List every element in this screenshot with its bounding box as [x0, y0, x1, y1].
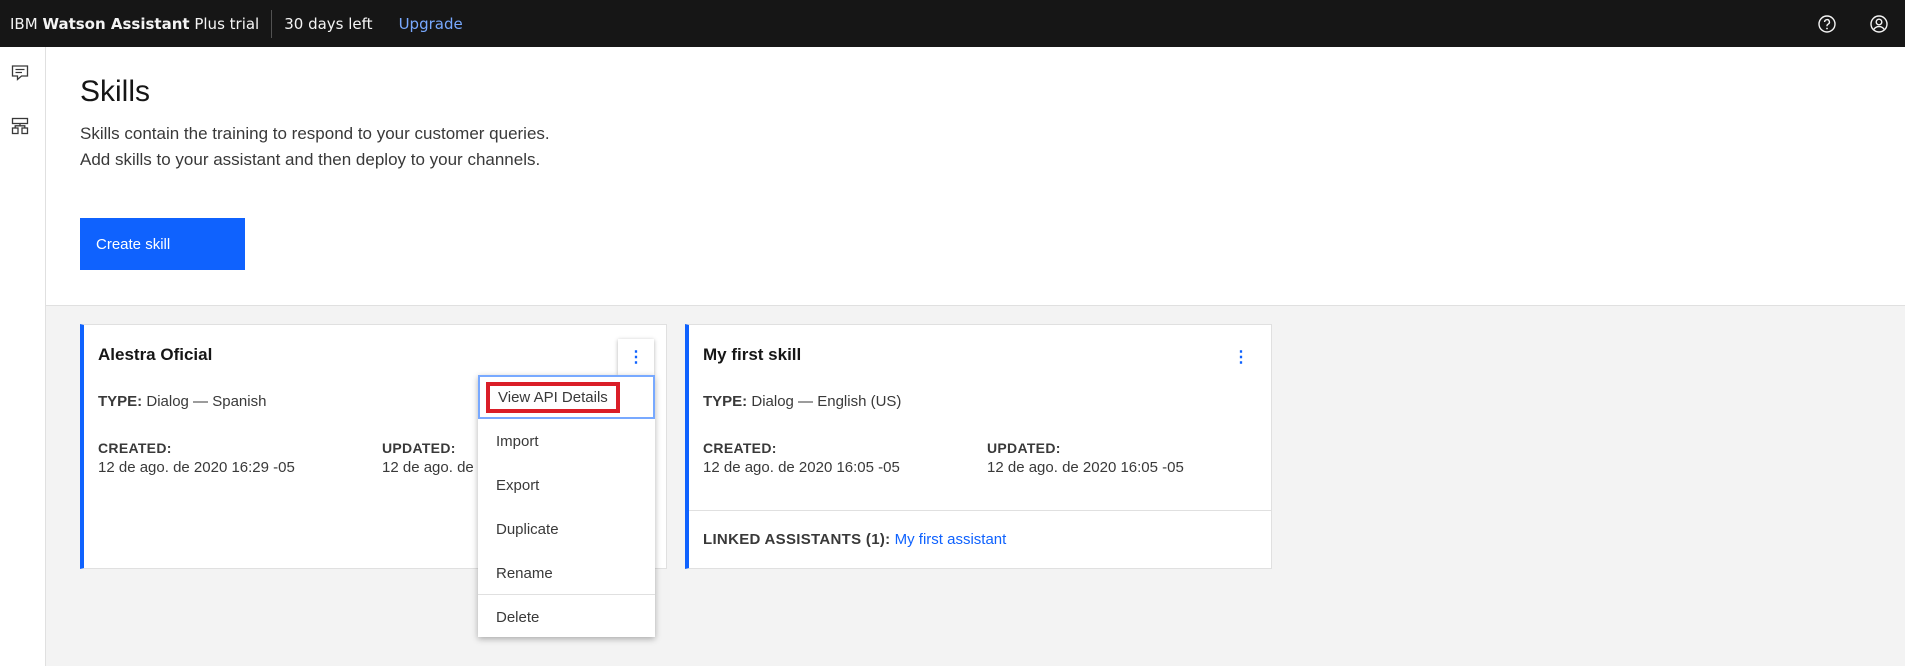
- brand-suffix: Plus trial: [194, 14, 260, 33]
- skills-icon[interactable]: [9, 115, 31, 137]
- product-name[interactable]: IBM Watson Assistant Plus trial: [0, 0, 271, 47]
- brand-bold: Watson Assistant: [42, 14, 190, 33]
- user-profile-icon[interactable]: [1853, 0, 1905, 47]
- menu-item-delete[interactable]: Delete: [478, 595, 655, 639]
- menu-item-rename[interactable]: Rename: [478, 551, 655, 595]
- skill-card-my-first-skill[interactable]: My first skill ⋮ TYPE: Dialog — English …: [685, 324, 1272, 569]
- linked-assistant-link[interactable]: My first assistant: [895, 531, 1007, 548]
- menu-item-export[interactable]: Export: [478, 463, 655, 507]
- type-label: TYPE:: [98, 393, 143, 410]
- overflow-menu-icon[interactable]: ⋮: [1223, 339, 1259, 375]
- page-title: Skills: [80, 75, 151, 108]
- upgrade-link[interactable]: Upgrade: [387, 15, 463, 33]
- overflow-menu: View API Details Import Export Duplicate…: [478, 375, 655, 637]
- topbar-actions: [1801, 0, 1905, 47]
- menu-item-view-api-details[interactable]: View API Details: [478, 375, 655, 419]
- linked-assistants-label: LINKED ASSISTANTS (1):: [703, 531, 891, 548]
- type-value: Dialog — Spanish: [146, 393, 267, 410]
- help-icon[interactable]: [1801, 0, 1853, 47]
- overflow-menu-icon[interactable]: ⋮: [618, 339, 654, 375]
- skill-type: TYPE: Dialog — Spanish: [98, 393, 266, 410]
- page-description: Skills contain the training to respond t…: [80, 124, 550, 169]
- skill-type: TYPE: Dialog — English (US): [703, 393, 901, 410]
- created-value: 12 de ago. de 2020 16:05 -05: [703, 459, 900, 476]
- menu-item-duplicate[interactable]: Duplicate: [478, 507, 655, 551]
- skill-title: Alestra Oficial: [98, 345, 213, 364]
- created-label: CREATED:: [703, 440, 777, 456]
- card-divider: [689, 510, 1271, 511]
- assistants-icon[interactable]: [9, 62, 31, 84]
- left-rail: [0, 47, 46, 666]
- type-value: Dialog — English (US): [751, 393, 902, 410]
- updated-label: UPDATED:: [987, 440, 1061, 456]
- page-header: Skills Skills contain the training to re…: [46, 47, 1905, 306]
- top-bar: IBM Watson Assistant Plus trial 30 days …: [0, 0, 1905, 47]
- updated-value: 12 de ago. de 2020 16:05 -05: [987, 459, 1184, 476]
- trial-days-left: 30 days left: [284, 14, 373, 33]
- brand-prefix: IBM: [10, 14, 38, 33]
- updated-label: UPDATED:: [382, 440, 456, 456]
- menu-item-label: View API Details: [486, 381, 620, 413]
- type-label: TYPE:: [703, 393, 748, 410]
- menu-item-import[interactable]: Import: [478, 419, 655, 463]
- skill-title: My first skill: [703, 345, 802, 364]
- create-skill-button[interactable]: Create skill: [80, 218, 245, 270]
- created-value: 12 de ago. de 2020 16:29 -05: [98, 459, 295, 476]
- linked-assistants: LINKED ASSISTANTS (1): My first assistan…: [703, 531, 1006, 548]
- created-label: CREATED:: [98, 440, 172, 456]
